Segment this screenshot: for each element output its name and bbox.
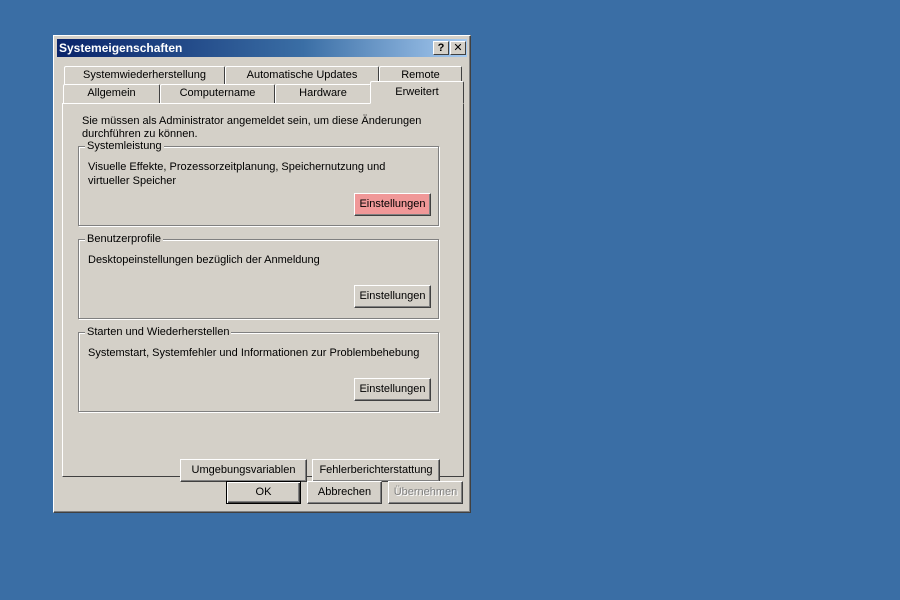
group-starten-wiederherstellen: Starten und Wiederherstellen Systemstart… (78, 325, 439, 412)
user-profiles-settings-button[interactable]: Einstellungen (354, 285, 431, 308)
group-title: Benutzerprofile (85, 232, 163, 246)
close-button[interactable]: ✕ (450, 41, 466, 55)
group-description: Systemstart, Systemfehler und Informatio… (88, 347, 420, 359)
group-title: Systemleistung (85, 139, 164, 153)
environment-variables-button[interactable]: Umgebungsvariablen (180, 459, 307, 482)
tab-hardware[interactable]: Hardware (275, 84, 371, 103)
error-reporting-button[interactable]: Fehlerberichterstattung (312, 459, 440, 482)
performance-settings-button[interactable]: Einstellungen (354, 193, 431, 216)
tab-allgemein[interactable]: Allgemein (63, 84, 160, 103)
tab-automatische-updates[interactable]: Automatische Updates (225, 66, 379, 85)
close-icon: ✕ (453, 42, 463, 54)
group-description: Desktopeinstellungen bezüglich der Anmel… (88, 254, 320, 266)
admin-notice: Sie müssen als Administrator angemeldet … (82, 115, 422, 140)
cancel-button[interactable]: Abbrechen (307, 481, 382, 504)
startup-recovery-settings-button[interactable]: Einstellungen (354, 378, 431, 401)
title-bar[interactable]: Systemeigenschaften ? ✕ (57, 39, 467, 57)
group-benutzerprofile: Benutzerprofile Desktopeinstellungen bez… (78, 232, 439, 319)
tab-computername[interactable]: Computername (160, 84, 275, 103)
tab-panel-erweitert: Sie müssen als Administrator angemeldet … (62, 103, 464, 482)
window-title: Systemeigenschaften (59, 41, 183, 55)
system-properties-dialog: Systemeigenschaften ? ✕ Systemwiederhers… (53, 35, 471, 513)
help-button[interactable]: ? (433, 41, 449, 55)
ok-button[interactable]: OK (226, 481, 301, 504)
help-icon: ? (437, 42, 445, 54)
tab-systemwiederherstellung[interactable]: Systemwiederherstellung (64, 66, 225, 85)
group-systemleistung: Systemleistung Visuelle Effekte, Prozess… (78, 139, 439, 226)
tab-erweitert[interactable]: Erweitert (370, 81, 464, 104)
group-description: Visuelle Effekte, Prozessorzeitplanung, … (88, 161, 386, 187)
apply-button[interactable]: Übernehmen (388, 481, 463, 504)
group-title: Starten und Wiederherstellen (85, 325, 232, 339)
